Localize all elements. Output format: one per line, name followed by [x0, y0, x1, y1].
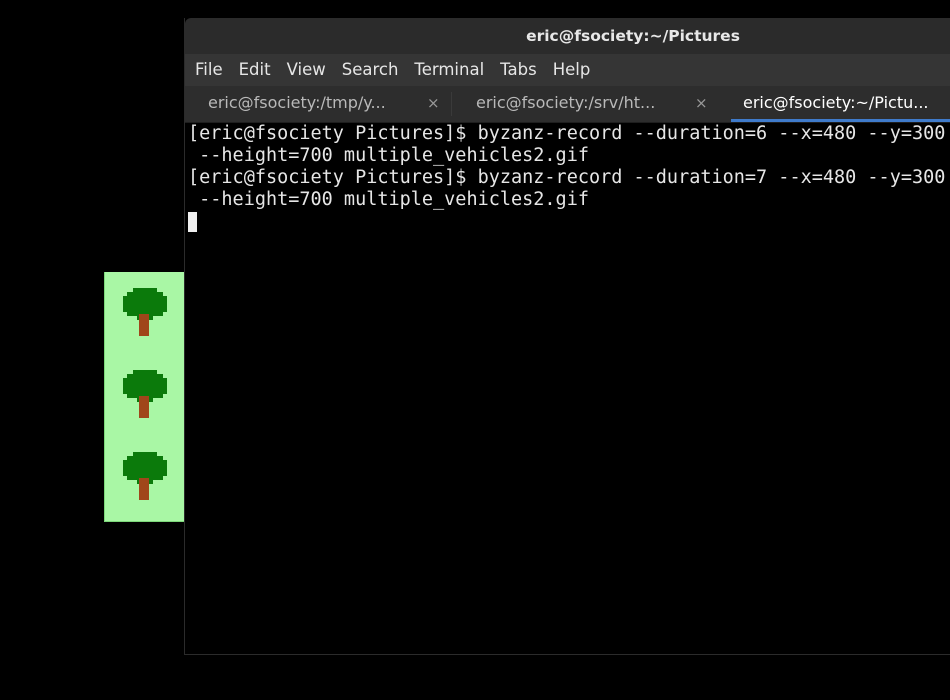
background-game-window	[104, 272, 189, 522]
tab-pictures-active[interactable]: eric@fsociety:~/Pictu...	[731, 86, 950, 122]
tab-tmp[interactable]: eric@fsociety:/tmp/y... ×	[185, 86, 451, 122]
tab-label: eric@fsociety:/tmp/y...	[208, 93, 386, 112]
tab-label: eric@fsociety:/srv/ht...	[476, 93, 656, 112]
menu-tabs[interactable]: Tabs	[492, 54, 545, 86]
window-titlebar[interactable]: eric@fsociety:~/Pictures	[185, 18, 950, 54]
close-tab-icon[interactable]: ×	[427, 86, 440, 120]
text-cursor	[188, 212, 197, 232]
menu-search[interactable]: Search	[334, 54, 407, 86]
close-tab-icon[interactable]: ×	[695, 86, 708, 120]
desktop: eric@fsociety:~/Pictures File Edit View …	[0, 0, 950, 700]
terminal-output[interactable]: [eric@fsociety Pictures]$ byzanz-record …	[185, 123, 950, 654]
terminal-line: --height=700 multiple_vehicles2.gif	[188, 145, 589, 166]
tab-divider	[451, 92, 452, 116]
menu-file[interactable]: File	[187, 54, 231, 86]
window-title: eric@fsociety:~/Pictures	[526, 27, 740, 45]
tree-icon	[119, 362, 171, 418]
menu-edit[interactable]: Edit	[231, 54, 279, 86]
tab-bar: eric@fsociety:/tmp/y... × eric@fsociety:…	[185, 86, 950, 123]
terminal-line: --height=700 multiple_vehicles2.gif	[188, 189, 589, 210]
terminal-line: [eric@fsociety Pictures]$ byzanz-record …	[188, 167, 950, 188]
tab-srv[interactable]: eric@fsociety:/srv/ht... ×	[453, 86, 731, 122]
terminal-window[interactable]: eric@fsociety:~/Pictures File Edit View …	[184, 18, 950, 655]
tree-icon	[119, 444, 171, 500]
tab-label: eric@fsociety:~/Pictu...	[743, 93, 929, 112]
menu-view[interactable]: View	[279, 54, 334, 86]
menu-bar: File Edit View Search Terminal Tabs Help	[185, 54, 950, 86]
tree-icon	[119, 280, 171, 336]
menu-help[interactable]: Help	[545, 54, 599, 86]
prompt-line[interactable]	[185, 211, 950, 233]
menu-terminal[interactable]: Terminal	[406, 54, 492, 86]
terminal-line: [eric@fsociety Pictures]$ byzanz-record …	[188, 123, 950, 144]
